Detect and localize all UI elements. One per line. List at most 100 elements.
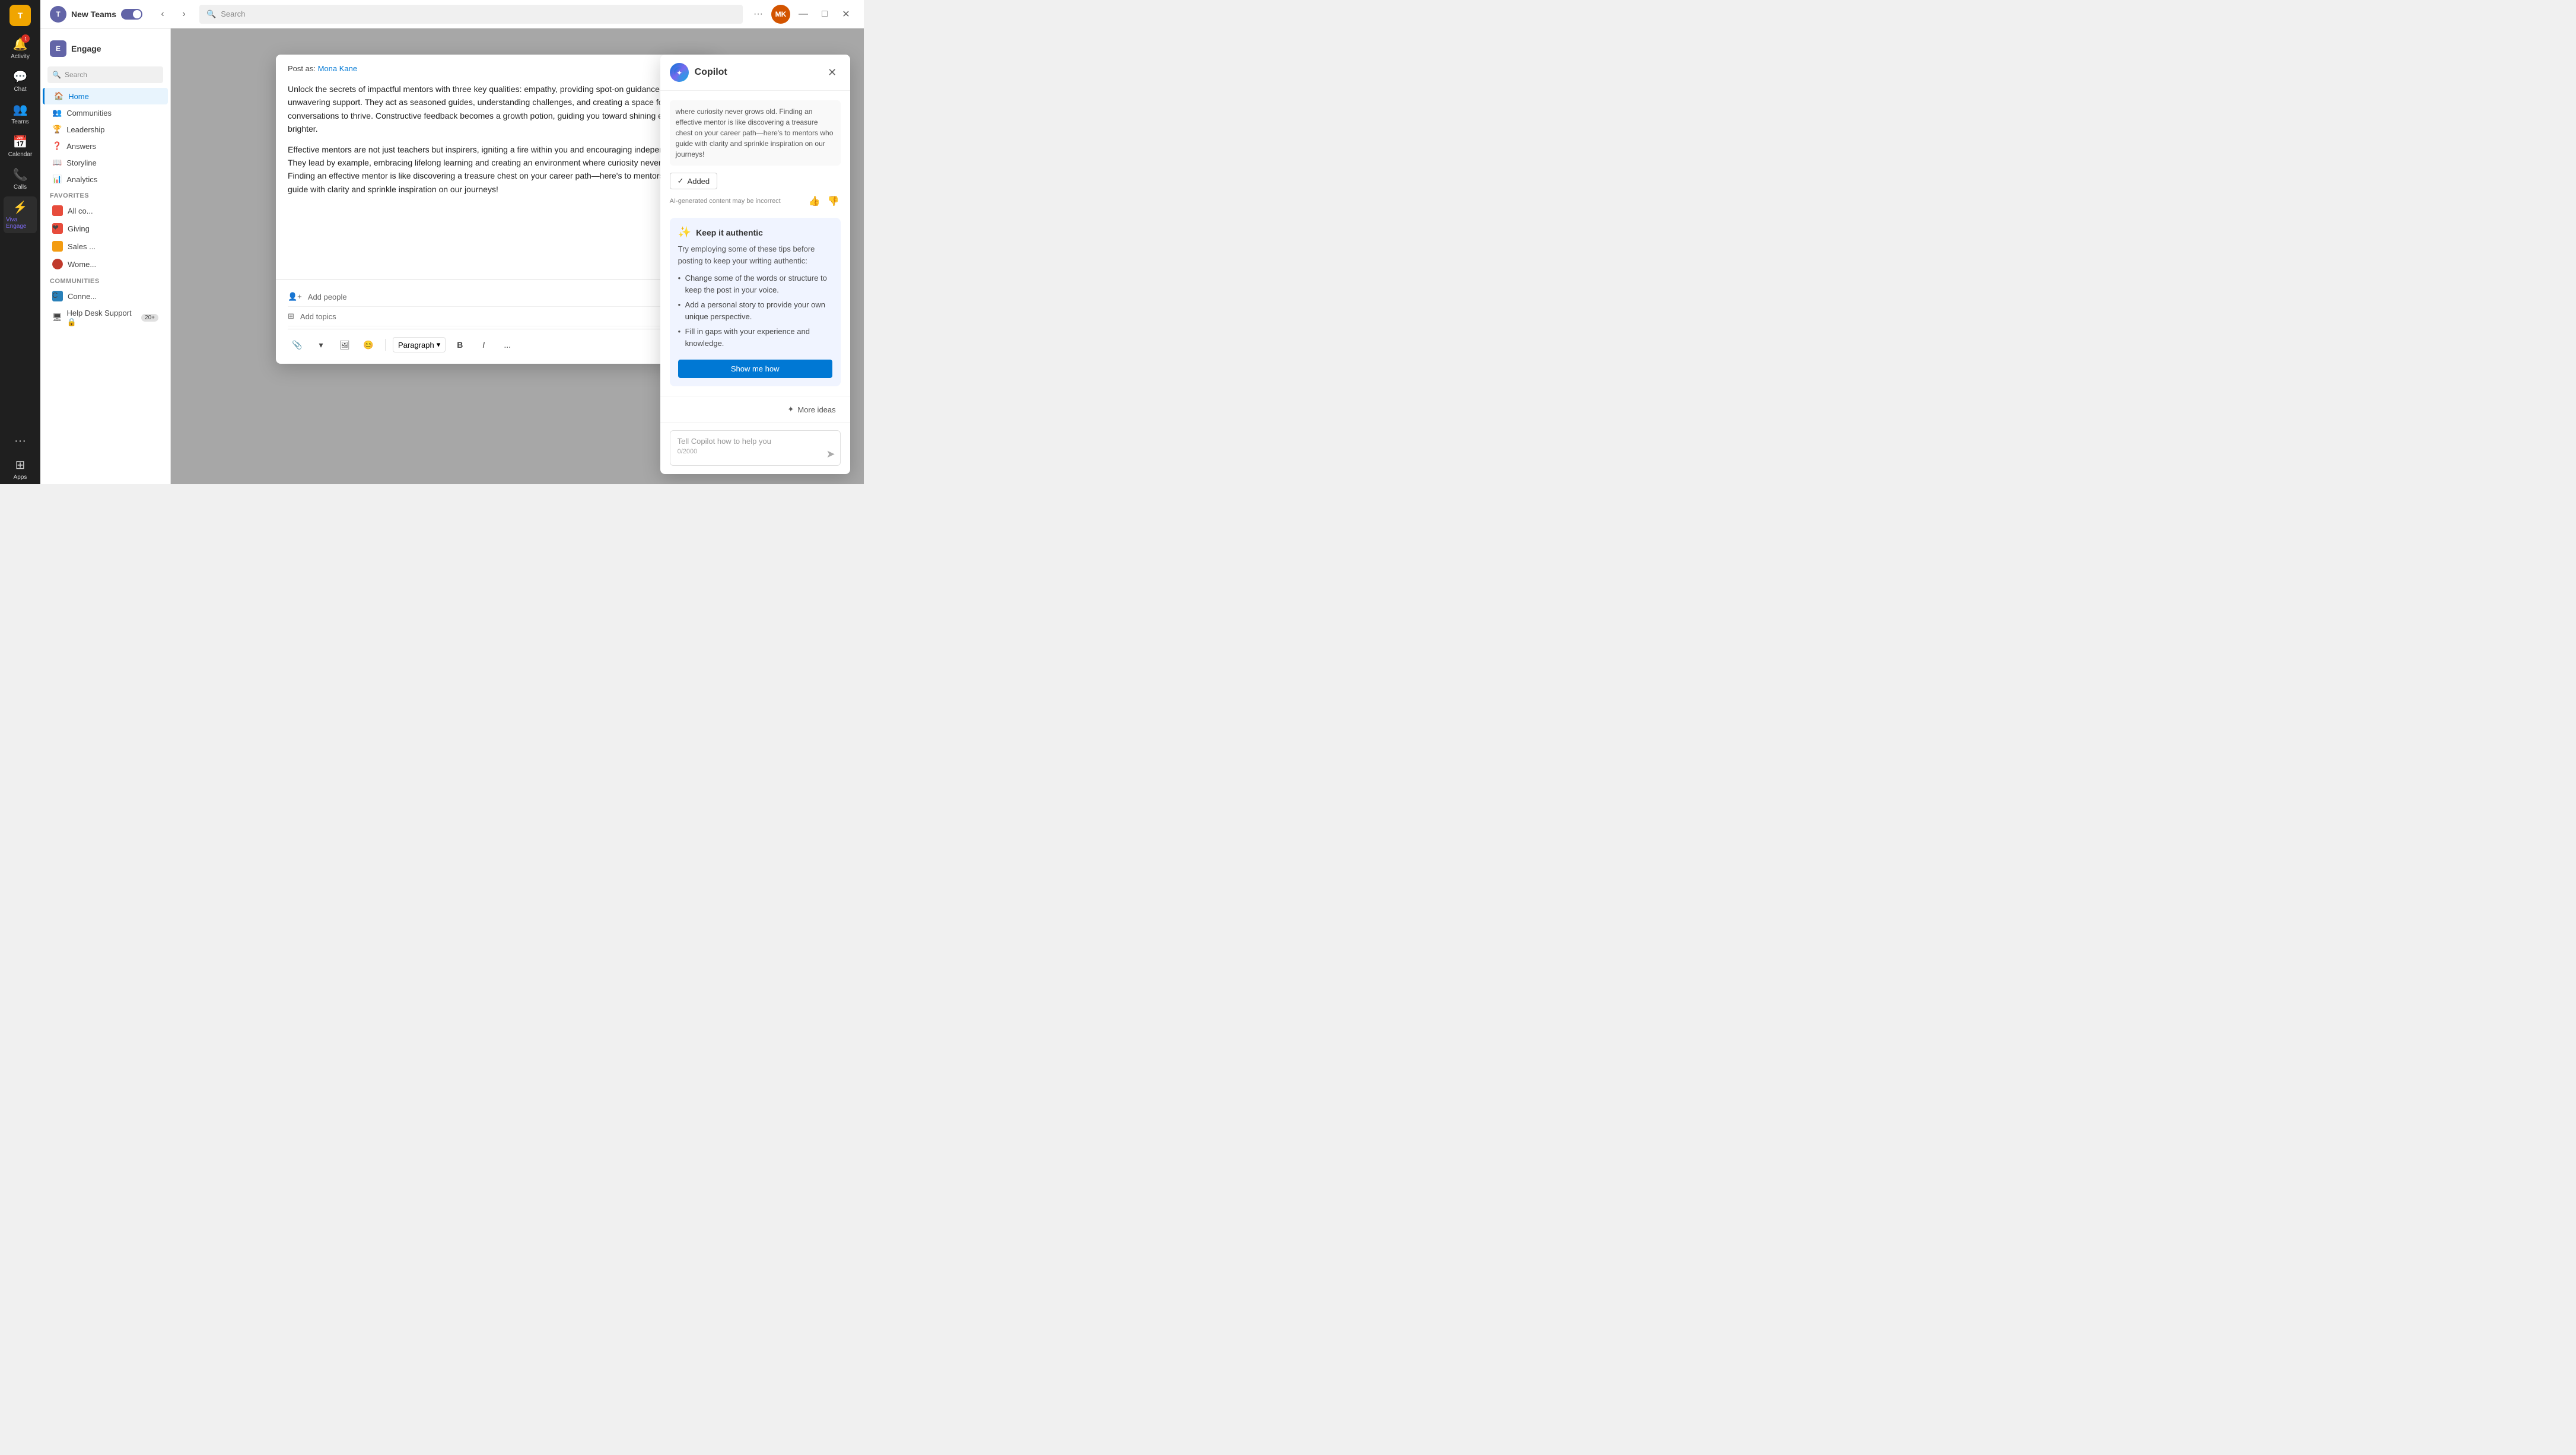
teams-icon: 👥 [13,102,28,117]
italic-button[interactable]: I [474,335,493,354]
nav-item-home[interactable]: 🏠 Home [43,88,168,104]
help-desk-badge: 20+ [141,314,158,322]
apps-icon: ⊞ [15,458,26,472]
more-ideas-button[interactable]: ✦ More ideas [783,402,840,417]
sidebar-item-calendar[interactable]: 📅 Calendar [4,131,37,161]
nav-item-leadership[interactable]: 🏆 Leadership [43,121,168,138]
sparkle-icon: ✨ [678,226,691,239]
storyline-icon: 📖 [52,158,62,167]
app-logo-topbar: T [50,6,66,23]
sidebar-item-calls[interactable]: 📞 Calls [4,164,37,194]
nav-item-communities[interactable]: 👥 Communities [43,104,168,121]
svg-text:✦: ✦ [676,69,682,77]
activity-badge: 1 [21,34,30,43]
topbar: T New Teams ‹ › 🔍 Search ··· MK — □ ✕ [40,0,864,28]
nav-item-giving[interactable]: ❤ Giving [43,220,168,237]
post-content[interactable]: Unlock the secrets of impactful mentors … [276,78,715,279]
communities-section-title: Communities [40,273,170,287]
nav-item-sales[interactable]: Sales ... [43,237,168,255]
nav-item-answers[interactable]: ❓ Answers [43,138,168,154]
nav-item-all-company[interactable]: All co... [43,202,168,220]
viva-engage-icon: ⚡ [13,200,28,215]
sidebar-item-label: Chat [14,86,26,93]
nav-item-label: Answers [66,142,96,151]
more-options-button[interactable]: ··· [750,6,767,23]
sidebar-item-activity[interactable]: 🔔 1 Activity [4,33,37,63]
bold-button[interactable]: B [450,335,469,354]
nav-item-analytics[interactable]: 📊 Analytics [43,171,168,188]
main-viewport: Post as: Mona Kane Unlock the secrets of… [171,28,864,484]
topbar-nav: ‹ › [154,6,192,23]
more-formatting-button[interactable]: ... [498,335,517,354]
close-button[interactable]: ✕ [838,6,854,23]
tip-2: Add a personal story to provide your own… [678,299,832,322]
post-paragraph-1: Unlock the secrets of impactful mentors … [288,82,703,136]
toggle-switch[interactable] [121,9,142,20]
added-button[interactable]: ✓ Added [670,173,718,189]
communities-list: C Conne... 🖥 Help Desk Support 🔒 20+ [40,287,170,331]
nav-item-label: Sales ... [68,242,96,251]
authentic-card: ✨ Keep it authentic Try employing some o… [670,218,841,386]
nav-item-connect[interactable]: C Conne... [43,287,168,305]
sidebar-item-apps[interactable]: ⊞ Apps [4,454,37,484]
search-bar[interactable]: 🔍 Search [199,5,743,24]
copilot-input-box[interactable]: Tell Copilot how to help you 0/2000 ➤ [670,430,841,466]
thumbs-up-button[interactable]: 👍 [807,194,822,208]
search-icon: 🔍 [52,71,61,79]
minimize-button[interactable]: — [795,6,812,23]
nav-search[interactable]: 🔍 Search [47,66,163,83]
connect-icon: C [52,291,63,301]
add-people-field[interactable]: 👤+ Add people [288,287,703,307]
analytics-icon: 📊 [52,174,62,184]
show-me-how-button[interactable]: Show me how [678,360,832,378]
sidebar-item-viva-engage[interactable]: ⚡ Viva Engage [4,196,37,233]
nav-item-label: Help Desk Support 🔒 [67,309,137,327]
sidebar-item-label: Activity [11,53,30,60]
thumbs-down-button[interactable]: 👎 [826,194,841,208]
copilot-send-button[interactable]: ➤ [826,448,835,460]
sparkle-icon: ✦ [787,405,794,414]
favorites-section-title: Favorites [40,188,170,202]
copilot-preview-text: where curiosity never grows old. Finding… [670,100,841,166]
content-area: T New Teams ‹ › 🔍 Search ··· MK — □ ✕ [40,0,864,484]
image-button[interactable]: 🖼 [335,335,354,354]
sidebar-item-chat[interactable]: 💬 Chat [4,66,37,96]
sidebar-item-more[interactable]: ··· [4,431,37,452]
forward-button[interactable]: › [176,6,192,23]
nav-item-storyline[interactable]: 📖 Storyline [43,154,168,171]
calendar-icon: 📅 [13,135,28,150]
post-as-label: Post as: [288,64,316,73]
avatar[interactable]: MK [771,5,790,24]
back-button[interactable]: ‹ [154,6,171,23]
search-placeholder: Search [221,9,245,18]
paragraph-select[interactable]: Paragraph ▾ [393,337,446,352]
sidebar: T 🔔 1 Activity 💬 Chat 👥 Teams 📅 Calendar… [0,0,40,484]
add-topics-field[interactable]: ⊞ Add topics [288,307,703,326]
sidebar-item-teams[interactable]: 👥 Teams [4,99,37,129]
attachment-dropdown-button[interactable]: ▾ [311,335,330,354]
add-topics-icon: ⊞ [288,312,294,321]
answers-icon: ❓ [52,141,62,151]
post-toolbar: 📎 ▾ 🖼 😊 Paragraph ▾ B I ... [288,329,703,357]
copilot-input-placeholder: Tell Copilot how to help you [678,437,833,446]
maximize-button[interactable]: □ [816,6,833,23]
copilot-panel: ✦ Copilot ✕ where curiosity never grows … [660,55,850,474]
topbar-actions: ··· MK — □ ✕ [750,5,854,24]
app-logo: T [9,5,31,26]
added-label: Added [688,177,710,186]
emoji-button[interactable]: 😊 [359,335,378,354]
nav-panel-title: Engage [71,44,101,53]
post-editor-modal: Post as: Mona Kane Unlock the secrets of… [276,55,715,364]
chat-icon: 💬 [13,69,28,84]
nav-item-help-desk[interactable]: 🖥 Help Desk Support 🔒 20+ [43,305,168,331]
sidebar-item-label: Calendar [8,151,33,158]
copilot-close-button[interactable]: ✕ [824,64,841,81]
app-title: New Teams [71,9,116,19]
attachment-button[interactable]: 📎 [288,335,307,354]
engage-logo: E [50,40,66,57]
women-avatar [52,259,63,269]
nav-item-women[interactable]: Wome... [43,255,168,273]
post-author-link[interactable]: Mona Kane [318,64,358,73]
leadership-icon: 🏆 [52,125,62,134]
added-section: ✓ Added [670,173,841,189]
